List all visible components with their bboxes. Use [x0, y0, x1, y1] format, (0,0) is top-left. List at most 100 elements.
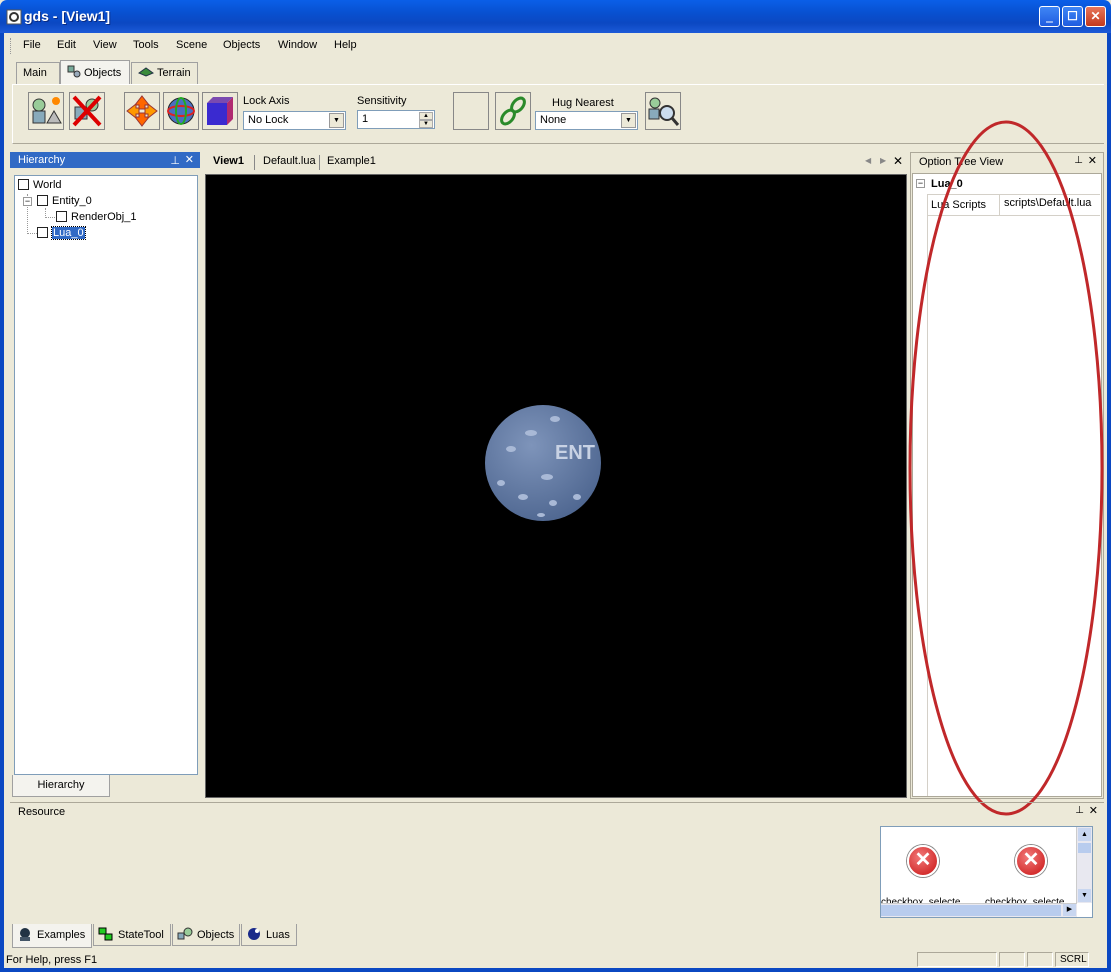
- property-name: Lua Scripts: [931, 199, 987, 211]
- status-help-text: For Help, press F1: [6, 954, 98, 966]
- scroll-left-icon[interactable]: ◀: [865, 156, 871, 165]
- tab-luas[interactable]: Luas: [241, 924, 297, 946]
- hug-nearest-value: None: [540, 114, 567, 126]
- scroll-up-icon[interactable]: ▲: [1078, 828, 1091, 841]
- create-object-icon: [32, 97, 62, 124]
- lock-axis-label: Lock Axis: [243, 95, 290, 107]
- menu-scene[interactable]: Scene: [176, 39, 207, 51]
- node-checkbox[interactable]: [56, 211, 67, 222]
- minimize-button[interactable]: ‗: [1039, 6, 1060, 27]
- scroll-down-icon[interactable]: ▼: [1078, 889, 1091, 902]
- tree-node-renderobj[interactable]: RenderObj_1: [56, 211, 136, 223]
- tab-objects-bottom[interactable]: Objects: [172, 924, 240, 946]
- scroll-lock-indicator: SCRL: [1055, 952, 1089, 967]
- move-tool-button[interactable]: [124, 92, 160, 130]
- tab-objects-label: Objects: [84, 67, 122, 79]
- statetool-icon: [98, 927, 113, 941]
- property-value[interactable]: scripts\Default.lua: [1004, 197, 1091, 209]
- property-row[interactable]: Lua Scripts scripts\Default.lua: [928, 194, 1100, 216]
- tree-node-entity[interactable]: Entity_0: [37, 195, 92, 207]
- sensitivity-spinner[interactable]: 1 ▲ ▼: [357, 110, 435, 129]
- resource-list: ✕ ✕ checkbox_selecte checkbox_selecte ▲ …: [880, 826, 1093, 918]
- menu-objects[interactable]: Objects: [223, 39, 260, 51]
- tree-node-world[interactable]: World: [18, 179, 62, 191]
- tab-terrain[interactable]: Terrain: [131, 62, 198, 84]
- lock-axis-select[interactable]: No Lock ▼: [243, 111, 346, 130]
- chevron-down-icon[interactable]: ▼: [329, 113, 344, 128]
- close-icon[interactable]: ✕: [185, 153, 194, 166]
- scrollbar-thumb[interactable]: [1078, 843, 1091, 853]
- tab-statetool[interactable]: StateTool: [93, 924, 171, 946]
- objects-icon: [177, 927, 193, 940]
- collapse-icon[interactable]: −: [916, 179, 925, 188]
- node-checkbox[interactable]: [18, 179, 29, 190]
- spin-down-icon[interactable]: ▼: [419, 120, 433, 128]
- rotate-tool-button[interactable]: [163, 92, 199, 130]
- spin-up-icon[interactable]: ▲: [419, 112, 433, 120]
- tab-separator: [319, 155, 320, 170]
- node-label: World: [33, 179, 62, 191]
- pin-icon[interactable]: ⊥: [1074, 155, 1083, 166]
- viewport-3d[interactable]: ENT: [205, 174, 907, 798]
- close-icon[interactable]: ✕: [1088, 154, 1097, 167]
- objects-icon: [67, 65, 81, 78]
- delete-object-button[interactable]: [69, 92, 105, 130]
- scale-tool-button[interactable]: [202, 92, 238, 130]
- hierarchy-bottom-tab[interactable]: Hierarchy: [12, 775, 110, 797]
- find-object-button[interactable]: [645, 92, 681, 130]
- menu-tools[interactable]: Tools: [133, 39, 159, 51]
- tree-node-lua[interactable]: Lua_0: [37, 226, 86, 240]
- tab-view1[interactable]: View1: [213, 155, 244, 167]
- hierarchy-header: Hierarchy ⊥ ✕: [10, 152, 200, 168]
- delete-object-icon: [72, 95, 102, 127]
- tab-example1[interactable]: Example1: [327, 155, 376, 167]
- vertical-scrollbar[interactable]: ▲ ▼: [1076, 827, 1092, 903]
- menu-view[interactable]: View: [93, 39, 117, 51]
- tab-main[interactable]: Main: [16, 62, 60, 84]
- menu-grip: [10, 38, 13, 54]
- scroll-lock-label: SCRL: [1060, 954, 1087, 965]
- node-label-selected: Lua_0: [51, 226, 86, 240]
- node-checkbox[interactable]: [37, 227, 48, 238]
- hug-nearest-select[interactable]: None ▼: [535, 111, 638, 130]
- tab-objects-bottom-label: Objects: [197, 929, 235, 941]
- chevron-down-icon[interactable]: ▼: [621, 113, 636, 128]
- tab-examples[interactable]: Examples: [12, 924, 92, 948]
- rotate-icon: [167, 97, 195, 125]
- app-icon: [6, 9, 22, 25]
- create-object-button[interactable]: [28, 92, 64, 130]
- scrollbar-thumb[interactable]: [881, 905, 1061, 916]
- menu-edit[interactable]: Edit: [57, 39, 76, 51]
- menu-file[interactable]: File: [23, 39, 41, 51]
- scroll-right-icon[interactable]: ▶: [1063, 904, 1076, 916]
- tab-separator: [254, 155, 255, 170]
- grid-gutter: [927, 194, 928, 796]
- snap-tool-button[interactable]: [495, 92, 531, 130]
- pin-icon[interactable]: ⊥: [170, 154, 180, 167]
- sphere-entity[interactable]: ENT: [483, 403, 603, 523]
- blank-tool-button[interactable]: [453, 92, 489, 130]
- option-node-label: Lua_0: [931, 178, 963, 190]
- close-icon[interactable]: ✕: [893, 154, 903, 168]
- tab-main-label: Main: [23, 67, 47, 79]
- window-title: gds - [View1]: [24, 8, 111, 24]
- collapse-icon[interactable]: −: [23, 197, 32, 206]
- document-tabs: View1 Default.lua Example1 ◀ ▶ ✕: [204, 152, 908, 172]
- menu-window[interactable]: Window: [278, 39, 317, 51]
- maximize-button[interactable]: ☐: [1062, 6, 1083, 27]
- hierarchy-bottom-tab-label: Hierarchy: [37, 779, 85, 791]
- tab-objects[interactable]: Objects: [60, 60, 130, 84]
- window-frame-bottom: [0, 968, 1111, 972]
- menu-help[interactable]: Help: [334, 39, 357, 51]
- horizontal-scrollbar[interactable]: ▶: [881, 903, 1077, 917]
- window-frame-left: [0, 33, 4, 972]
- pin-icon[interactable]: ⊥: [1075, 805, 1084, 816]
- magnifier-objects-icon: [648, 97, 680, 126]
- node-checkbox[interactable]: [37, 195, 48, 206]
- close-button[interactable]: ✕: [1085, 6, 1106, 27]
- cube-icon: [207, 97, 233, 125]
- tab-examples-label: Examples: [37, 929, 86, 941]
- close-icon[interactable]: ✕: [1089, 804, 1098, 817]
- scroll-right-icon[interactable]: ▶: [880, 156, 886, 165]
- tab-default-lua[interactable]: Default.lua: [263, 155, 316, 167]
